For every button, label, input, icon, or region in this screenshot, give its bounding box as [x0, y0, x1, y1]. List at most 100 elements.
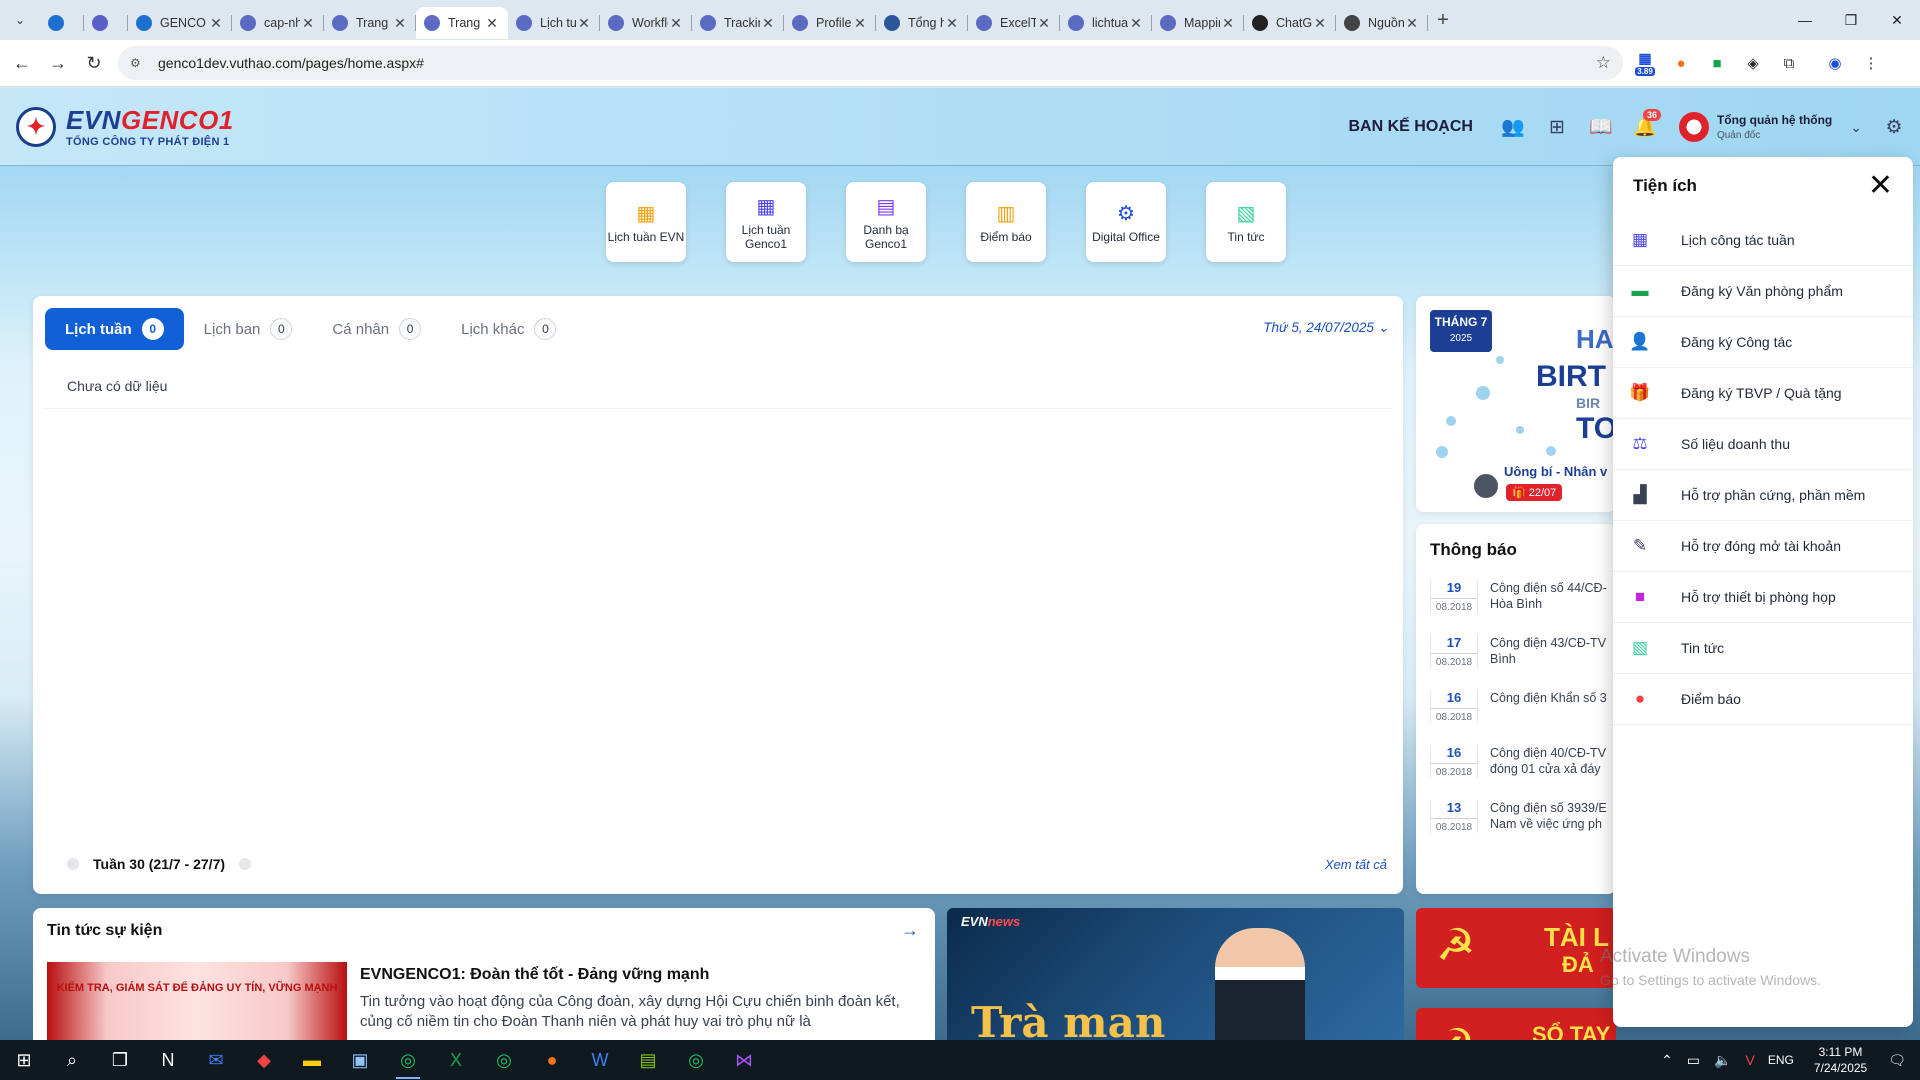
quick-tile[interactable]: ▦ Lịch tuần Genco1 [726, 182, 806, 262]
party-handbook-banner[interactable]: ☭ SỔ TAY ĐẢNG VIÊN [1416, 1008, 1616, 1040]
quick-tile[interactable]: ⚙ Digital Office [1086, 182, 1166, 262]
utility-item[interactable]: ▦ Lịch công tác tuần [1613, 215, 1913, 266]
schedule-date-picker[interactable]: Thứ 5, 24/07/2025 ⌄ [1263, 320, 1389, 336]
utility-item[interactable]: ■ Hỗ trợ thiết bị phòng họp [1613, 572, 1913, 623]
site-info-icon[interactable]: ⚙ [130, 56, 148, 70]
browser-tab[interactable]: Tổng h ✕ [876, 7, 968, 39]
utility-item[interactable]: ▟ Hỗ trợ phần cứng, phần mềm [1613, 470, 1913, 521]
video-player[interactable]: EVNnews Trà man [947, 908, 1404, 1040]
chrome-alt-icon[interactable]: ◎ [672, 1040, 720, 1080]
utility-item[interactable]: ▬ Đăng ký Văn phòng phẩm [1613, 266, 1913, 317]
network-icon[interactable]: ▭ [1687, 1052, 1700, 1069]
quick-tile[interactable]: ▥ Điểm báo [966, 182, 1046, 262]
bookmark-star-icon[interactable]: ☆ [1596, 53, 1611, 73]
close-tab-icon[interactable]: ✕ [208, 15, 224, 32]
close-tab-icon[interactable]: ✕ [1036, 15, 1052, 32]
browser-tab[interactable]: cap-nh ✕ [232, 7, 324, 39]
close-tab-icon[interactable]: ✕ [852, 15, 868, 32]
browser-tab[interactable]: Lịch tu ✕ [508, 7, 600, 39]
reload-icon[interactable]: ↻ [80, 49, 108, 77]
browser-tab[interactable] [84, 7, 128, 39]
close-tab-icon[interactable]: ✕ [300, 15, 316, 32]
apps-grid-icon[interactable]: ⊞ [1535, 105, 1579, 149]
utility-item[interactable]: ⚖ Số liệu doanh thu [1613, 419, 1913, 470]
next-week-button[interactable] [239, 858, 252, 870]
close-tab-icon[interactable]: ✕ [484, 15, 500, 32]
close-tab-icon[interactable]: ✕ [1404, 15, 1420, 32]
book-icon[interactable]: 📖 [1579, 105, 1623, 149]
close-window-icon[interactable]: ✕ [1874, 0, 1920, 40]
outlook-icon[interactable]: ✉ [192, 1040, 240, 1080]
notice-item[interactable]: 16 08.2018 Công điện Khẩn số 3 [1430, 690, 1616, 723]
utility-item[interactable]: ▧ Tin tức [1613, 623, 1913, 674]
url-bar[interactable]: ⚙ genco1dev.vuthao.com/pages/home.aspx# … [118, 46, 1623, 80]
quick-tile[interactable]: ▧ Tin tức [1206, 182, 1286, 262]
extensions-puzzle-icon[interactable]: ⧉ [1775, 49, 1803, 77]
chevron-up-icon[interactable]: ⌃ [1661, 1052, 1673, 1069]
settings-gear-icon[interactable]: ⚙ [1872, 105, 1916, 149]
notification-center-icon[interactable]: 🗨 [1888, 1052, 1906, 1069]
browser-menu-icon[interactable]: ⋮ [1857, 49, 1885, 77]
company-logo[interactable]: ✦ EVNGENCO1 TỔNG CÔNG TY PHÁT ĐIỆN 1 [16, 105, 234, 148]
close-tab-icon[interactable]: ✕ [944, 15, 960, 32]
prev-week-button[interactable] [67, 858, 79, 870]
utility-item[interactable]: ● Điểm báo [1613, 674, 1913, 725]
browser-tab[interactable]: Trang c✕ [324, 7, 416, 39]
close-tab-icon[interactable]: ✕ [668, 15, 684, 32]
close-tab-icon[interactable]: ✕ [760, 15, 776, 32]
notice-item[interactable]: 19 08.2018 Công điện số 44/CĐ- Hòa Bình [1430, 580, 1616, 613]
browser-tab[interactable]: Tracking✕ [692, 7, 784, 39]
browser-tab[interactable]: GENCO ✕ [128, 7, 232, 39]
anydesk-icon[interactable]: ◆ [240, 1040, 288, 1080]
party-document-banner[interactable]: ☭ TÀI L ĐẢ [1416, 908, 1616, 988]
profile-icon[interactable]: ◉ [1821, 49, 1849, 77]
volume-icon[interactable]: 🔈 [1714, 1052, 1731, 1069]
browser-tab[interactable]: Trang c✕ [416, 7, 508, 39]
browser-tab[interactable]: Nguồn ✕ [1336, 7, 1428, 39]
close-tab-icon[interactable]: ✕ [392, 15, 408, 32]
news-thumbnail[interactable]: KIỂM TRA, GIÁM SÁT ĐỂ ĐẢNG UY TÍN, VỮNG … [47, 962, 347, 1040]
restore-icon[interactable]: ❐ [1828, 0, 1874, 40]
extension-shield-icon[interactable]: ◈ [1739, 49, 1767, 77]
schedule-tab[interactable]: Cá nhân 0 [312, 308, 441, 350]
postman-icon[interactable]: ● [528, 1040, 576, 1080]
excel-icon[interactable]: X [432, 1040, 480, 1080]
visual-studio-icon[interactable]: ⋈ [720, 1040, 768, 1080]
users-icon[interactable]: 👥 [1491, 105, 1535, 149]
tab-search-icon[interactable]: ⌄ [0, 0, 40, 40]
chevron-down-icon[interactable]: ⌄ [1850, 119, 1862, 136]
back-icon[interactable]: ← [8, 49, 36, 77]
browser-tab[interactable]: Mappin✕ [1152, 7, 1244, 39]
browser-tab[interactable] [40, 7, 84, 39]
browser-tab[interactable]: ExcelTe✕ [968, 7, 1060, 39]
notepad-icon[interactable]: ▤ [624, 1040, 672, 1080]
utility-item[interactable]: 👤 Đăng ký Công tác [1613, 317, 1913, 368]
bell-icon[interactable]: 🔔 36 [1623, 105, 1667, 149]
forward-icon[interactable]: → [44, 49, 72, 77]
minimize-icon[interactable]: — [1782, 0, 1828, 40]
close-tab-icon[interactable]: ✕ [1128, 15, 1144, 32]
schedule-tab[interactable]: Lịch khác 0 [441, 308, 576, 350]
remote-desktop-icon[interactable]: ▣ [336, 1040, 384, 1080]
task-view-icon[interactable]: ❐ [96, 1040, 144, 1080]
close-tab-icon[interactable]: ✕ [1312, 15, 1328, 32]
notice-item[interactable]: 17 08.2018 Công điện 43/CĐ-TV Bình [1430, 635, 1616, 668]
schedule-tab[interactable]: Lịch tuần 0 [45, 308, 184, 350]
arrow-right-icon[interactable]: → [901, 920, 919, 941]
schedule-tab[interactable]: Lịch ban 0 [184, 308, 313, 350]
antivirus-icon[interactable]: V [1745, 1052, 1754, 1068]
notice-item[interactable]: 13 08.2018 Công điện số 3939/E Nam về việc … [1430, 800, 1616, 833]
close-tab-icon[interactable]: ✕ [576, 15, 592, 32]
close-tab-icon[interactable]: ✕ [1220, 15, 1236, 32]
birthday-card[interactable]: THÁNG 7 2025 HA BIRT BIR TO Uông bí - Nh… [1416, 296, 1616, 512]
language-indicator[interactable]: ENG [1768, 1053, 1794, 1067]
news-headline[interactable]: EVNGENCO1: Đoàn thể tốt - Đảng vững mạnh [360, 966, 709, 984]
chrome-profile-icon[interactable]: ◎ [480, 1040, 528, 1080]
notion-icon[interactable]: N [144, 1040, 192, 1080]
extension-green-icon[interactable]: ■ [1703, 49, 1731, 77]
new-tab-icon[interactable]: + [1428, 9, 1458, 32]
extension-orange-icon[interactable]: ● [1667, 49, 1695, 77]
utility-item[interactable]: ✎ Hỗ trợ đóng mở tài khoản [1613, 521, 1913, 572]
browser-tab[interactable]: Workflo✕ [600, 7, 692, 39]
browser-tab[interactable]: Profile ✕ [784, 7, 876, 39]
